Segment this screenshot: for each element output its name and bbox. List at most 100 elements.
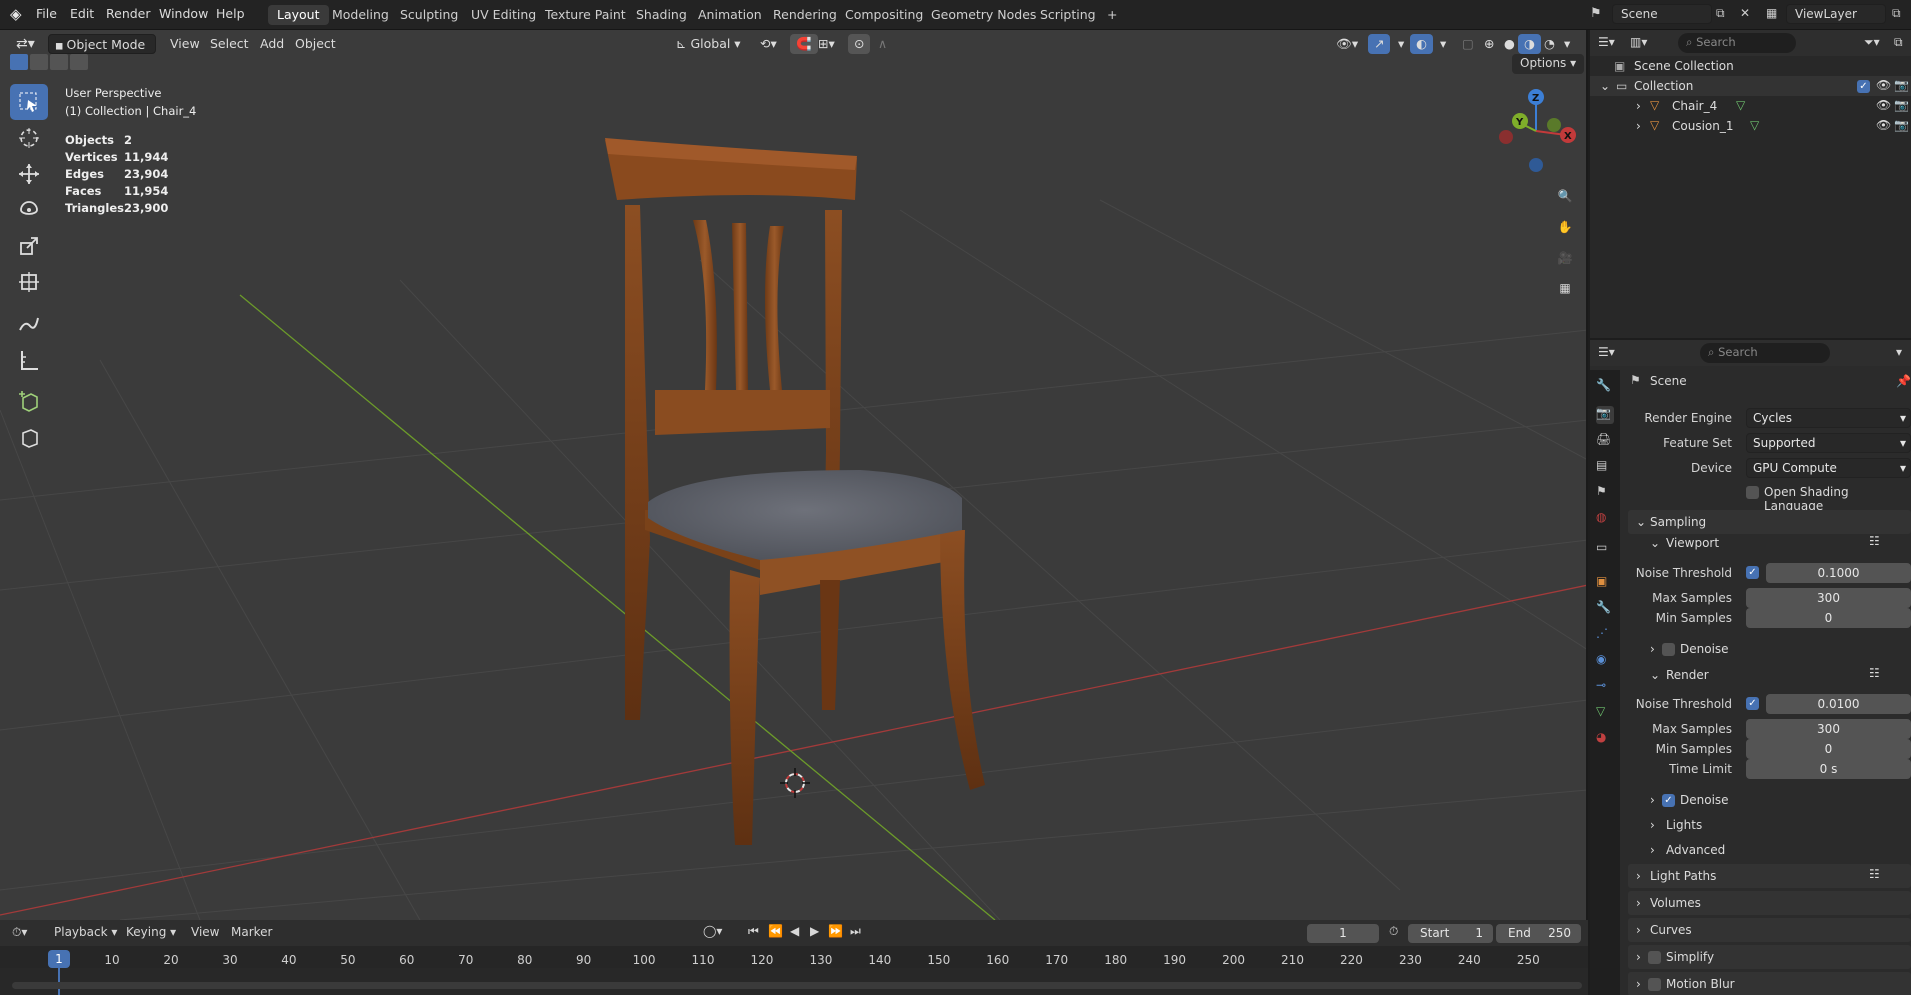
- play-reverse-icon[interactable]: ◀: [790, 924, 799, 938]
- noise-threshold-checkbox[interactable]: ✓: [1746, 697, 1759, 710]
- select-subtract-icon[interactable]: [50, 54, 68, 70]
- simplify-panel[interactable]: › Simplify: [1628, 945, 1911, 969]
- tab-modeling[interactable]: Modeling: [323, 5, 398, 25]
- tab-uv-editing[interactable]: UV Editing: [462, 5, 545, 25]
- menu-edit[interactable]: Edit: [70, 6, 94, 21]
- motion-blur-checkbox[interactable]: [1648, 978, 1661, 991]
- editor-type-icon[interactable]: ☰▾: [1598, 345, 1615, 359]
- blender-logo-icon[interactable]: ◈: [10, 5, 22, 23]
- navigation-gizmo[interactable]: Z X Y: [1490, 85, 1580, 175]
- eye-icon[interactable]: 👁: [1876, 98, 1891, 112]
- simplify-checkbox[interactable]: [1648, 951, 1661, 964]
- chevron-down-icon[interactable]: ⌄: [1650, 668, 1660, 682]
- chevron-right-icon[interactable]: ›: [1636, 119, 1641, 133]
- chevron-down-icon[interactable]: ▾: [1896, 345, 1902, 359]
- noise-threshold-checkbox[interactable]: ✓: [1746, 566, 1759, 579]
- exclude-checkbox[interactable]: ✓: [1857, 80, 1870, 93]
- tool-extra[interactable]: [10, 420, 48, 456]
- modifier-tab-icon[interactable]: 🔧: [1596, 600, 1614, 618]
- render-max-samples-field[interactable]: 300: [1746, 719, 1911, 739]
- particles-tab-icon[interactable]: ⋰: [1596, 626, 1614, 644]
- transform-orientation-selector[interactable]: ⊾ Global ▾: [670, 34, 747, 54]
- eye-icon[interactable]: 👁: [1876, 118, 1891, 132]
- play-icon[interactable]: ▶: [810, 924, 819, 938]
- end-frame-field[interactable]: End 250: [1496, 924, 1581, 943]
- tab-shading[interactable]: Shading: [627, 5, 696, 25]
- list-icon[interactable]: ☷: [1869, 666, 1880, 680]
- light-paths-panel[interactable]: › Light Paths ☷: [1628, 864, 1911, 888]
- material-tab-icon[interactable]: ◕: [1596, 730, 1614, 748]
- select-intersect-icon[interactable]: [70, 54, 88, 70]
- delete-scene-icon[interactable]: ✕: [1740, 6, 1750, 20]
- menu-add[interactable]: Add: [254, 34, 290, 54]
- chevron-down-icon[interactable]: ⌄: [1650, 536, 1660, 550]
- object-tab-icon[interactable]: ▣: [1596, 574, 1614, 592]
- list-icon[interactable]: ☷: [1869, 867, 1880, 881]
- select-new-icon[interactable]: [10, 54, 28, 70]
- playhead[interactable]: 1: [48, 950, 70, 968]
- render-tab-icon[interactable]: 📷: [1596, 406, 1614, 424]
- chevron-right-icon[interactable]: ›: [1650, 843, 1655, 857]
- render-noise-threshold-field[interactable]: 0.0100: [1766, 694, 1911, 714]
- editor-type-icon[interactable]: ☰▾: [1598, 35, 1615, 49]
- proportional-edit-icon[interactable]: ⊙: [848, 34, 871, 54]
- display-mode-icon[interactable]: ▥▾: [1630, 35, 1647, 49]
- neg-z-icon[interactable]: [1529, 158, 1543, 172]
- overlay-dropdown-icon[interactable]: ▾: [1434, 34, 1452, 54]
- feature-set-dropdown[interactable]: Supported ▾: [1746, 433, 1911, 453]
- snap-target-icon[interactable]: ⊞▾: [812, 34, 841, 54]
- render-denoise-checkbox[interactable]: ✓: [1662, 794, 1675, 807]
- outliner-row-cousion[interactable]: › ▽ Cousion_1 ▽ 👁 📷: [1590, 116, 1911, 136]
- sampling-panel-header[interactable]: ⌄ Sampling: [1628, 510, 1911, 534]
- collection-tab-icon[interactable]: ▭: [1596, 540, 1614, 558]
- chevron-right-icon[interactable]: ›: [1650, 642, 1655, 656]
- jump-end-icon[interactable]: ⏭: [850, 924, 861, 939]
- new-collection-icon[interactable]: ⧉: [1894, 35, 1903, 50]
- osl-checkbox[interactable]: [1746, 486, 1759, 499]
- chair-model[interactable]: [605, 138, 985, 845]
- scene-icon[interactable]: ⚑: [1590, 6, 1602, 21]
- viewport-denoise-checkbox[interactable]: [1662, 643, 1675, 656]
- jump-keyframe-back-icon[interactable]: ⏪: [768, 924, 783, 938]
- constraints-tab-icon[interactable]: ⊸: [1596, 678, 1614, 696]
- outliner-row-scene-collection[interactable]: ▣ Scene Collection: [1590, 56, 1911, 76]
- gizmo-toggle-icon[interactable]: ↗: [1368, 34, 1391, 54]
- tab-animation[interactable]: Animation: [689, 5, 771, 25]
- world-tab-icon[interactable]: ◍: [1596, 510, 1614, 528]
- view-layer-selector[interactable]: ViewLayer: [1786, 4, 1886, 24]
- outliner-search-input[interactable]: ⌕ Search: [1678, 33, 1796, 53]
- menu-marker[interactable]: Marker: [231, 925, 272, 939]
- filter-icon[interactable]: ⏷▾: [1864, 35, 1880, 50]
- current-frame-field[interactable]: 1: [1307, 924, 1379, 943]
- output-tab-icon[interactable]: 🖨: [1596, 432, 1614, 450]
- viewport-subpanel-title[interactable]: Viewport: [1666, 536, 1719, 550]
- eye-icon[interactable]: 👁: [1876, 78, 1891, 92]
- menu-file[interactable]: File: [36, 6, 57, 21]
- tool-select-box[interactable]: [10, 84, 48, 120]
- tab-rendering[interactable]: Rendering: [764, 5, 846, 25]
- tool-add-cube[interactable]: [10, 384, 48, 420]
- camera-view-icon[interactable]: 🎥: [1551, 244, 1579, 272]
- tool-cursor[interactable]: [10, 120, 48, 156]
- pin-icon[interactable]: 📌: [1896, 374, 1911, 388]
- list-icon[interactable]: ☷: [1869, 534, 1880, 548]
- shading-dropdown-icon[interactable]: ▾: [1558, 34, 1576, 54]
- new-scene-icon[interactable]: ⧉: [1716, 6, 1725, 21]
- menu-help[interactable]: Help: [216, 6, 245, 21]
- menu-keying[interactable]: Keying ▾: [126, 925, 176, 939]
- physics-tab-icon[interactable]: ◉: [1596, 652, 1614, 670]
- advanced-subpanel[interactable]: Advanced: [1666, 843, 1725, 857]
- time-limit-field[interactable]: 0 s: [1746, 759, 1911, 779]
- ortho-grid-icon[interactable]: ▦: [1551, 274, 1579, 302]
- render-subpanel-title[interactable]: Render: [1666, 668, 1709, 682]
- volumes-panel[interactable]: › Volumes: [1628, 891, 1911, 915]
- data-tab-icon[interactable]: ▽: [1596, 704, 1614, 722]
- editor-type-icon[interactable]: ⏱▾: [12, 925, 27, 940]
- auto-keying-icon[interactable]: ◯▾: [703, 924, 722, 938]
- tab-scripting[interactable]: Scripting: [1031, 5, 1105, 25]
- chevron-down-icon[interactable]: ⌄: [1600, 79, 1610, 93]
- pan-hand-icon[interactable]: ✋: [1551, 213, 1579, 241]
- tool-measure[interactable]: [10, 342, 48, 378]
- properties-search-input[interactable]: ⌕ Search: [1700, 343, 1830, 363]
- render-min-samples-field[interactable]: 0: [1746, 739, 1911, 759]
